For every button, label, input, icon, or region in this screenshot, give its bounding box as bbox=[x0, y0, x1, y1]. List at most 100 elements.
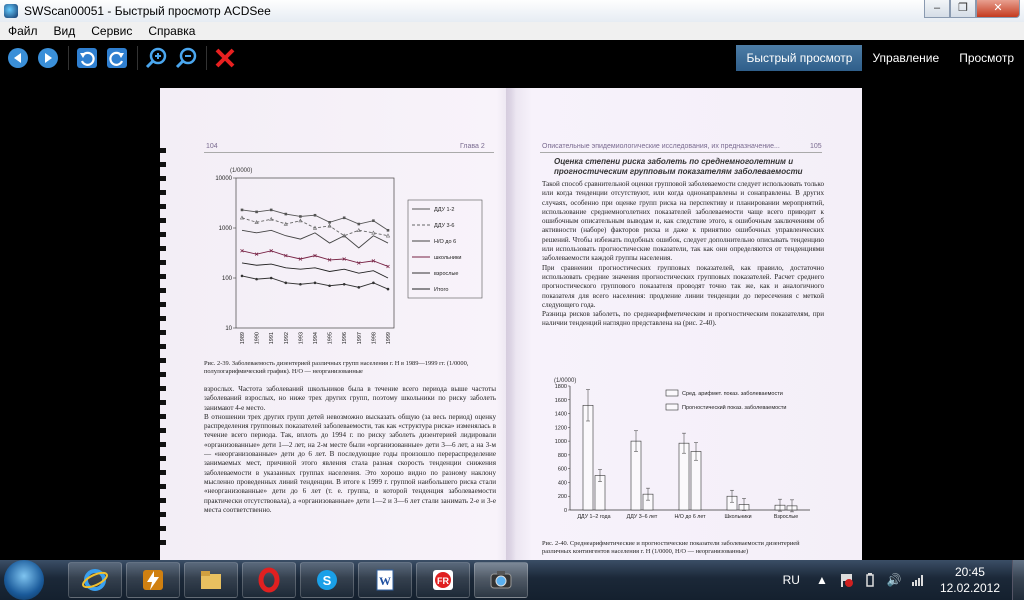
chart1-point bbox=[386, 287, 390, 291]
chart1-point bbox=[299, 215, 302, 218]
chart1-point bbox=[269, 208, 273, 212]
chart1-x-tick-label: 1993 bbox=[298, 332, 304, 344]
volume-icon[interactable]: 🔊 bbox=[886, 572, 902, 588]
chart2-y-tick-label: 1600 bbox=[555, 398, 567, 404]
svg-text:FR: FR bbox=[437, 576, 449, 586]
chart1-legend-label: взрослые bbox=[434, 271, 458, 277]
chart1-x-tick-label: 1997 bbox=[357, 332, 363, 344]
chart2-y-tick-label: 200 bbox=[558, 494, 567, 500]
system-tray: RU ▲ 🔊 20:45 12.02.2012 bbox=[783, 560, 1024, 600]
chart1-y-tick-label: 10 bbox=[225, 326, 232, 332]
chart1-axes bbox=[233, 177, 395, 329]
chart1-point bbox=[255, 210, 258, 214]
skype-icon: S bbox=[317, 570, 337, 590]
chart1-series bbox=[239, 208, 391, 291]
title-bar: SWScan00051 - Быстрый просмотр ACDSee – … bbox=[0, 0, 1024, 22]
chart1-legend: ДДУ 1-2 ДДУ 3-6 Н/О до 6 школьники взрослые И… bbox=[407, 199, 483, 299]
close-button[interactable]: ✕ bbox=[976, 0, 1020, 18]
chart1-series-line bbox=[241, 250, 389, 267]
winamp-lightning-icon bbox=[143, 570, 163, 590]
chart1-series-line bbox=[241, 209, 389, 231]
maximize-button[interactable]: ❐ bbox=[950, 0, 976, 18]
toolbar-separator bbox=[137, 46, 138, 70]
delete-button[interactable] bbox=[213, 46, 237, 70]
chart1-y-tick-label: 1000 bbox=[219, 226, 233, 232]
chart1-x-tick-label: 1991 bbox=[269, 332, 275, 344]
tab-manage[interactable]: Управление bbox=[862, 45, 949, 71]
chart1-point bbox=[357, 286, 361, 289]
chart1-point bbox=[313, 281, 317, 285]
taskbar-word[interactable]: W bbox=[358, 562, 412, 598]
menu-bar: Файл Вид Сервис Справка bbox=[0, 22, 1024, 40]
chart2-y-tick-label: 0 bbox=[564, 508, 567, 514]
zoom-in-button[interactable] bbox=[144, 46, 168, 70]
chart1-point bbox=[372, 219, 375, 222]
chart2-x-tick-label: Н/О до 6 лет bbox=[674, 514, 706, 520]
tab-view[interactable]: Просмотр bbox=[949, 45, 1024, 71]
right-header-rule bbox=[540, 152, 822, 153]
arrow-right-icon bbox=[38, 48, 58, 68]
chart2-legend-label: Прогностический показ. заболеваемости bbox=[682, 404, 787, 411]
rotate-right-button[interactable] bbox=[105, 46, 129, 70]
language-indicator[interactable]: RU bbox=[783, 573, 800, 587]
chart2-x-tick-label: ДДУ 3–6 лет bbox=[627, 514, 658, 520]
chart2-y-tick-label: 400 bbox=[558, 480, 567, 486]
taskbar-winamp[interactable] bbox=[126, 562, 180, 598]
chart1-point bbox=[328, 221, 331, 224]
chart2-y-tick-label: 1000 bbox=[555, 439, 567, 445]
rotate-left-button[interactable] bbox=[75, 46, 99, 70]
network-icon[interactable] bbox=[910, 572, 926, 588]
left-header-rule bbox=[204, 152, 494, 153]
chart1-y-tick-label: 10000 bbox=[215, 176, 232, 182]
chart1-point bbox=[385, 233, 391, 238]
chart1-legend-label: ДДУ 1-2 bbox=[434, 207, 454, 213]
taskbar-opera[interactable] bbox=[242, 562, 296, 598]
chart1-tick-labels: 10000 1000 100 10 1989 1990 1991 1992 1993 1994 19… bbox=[215, 176, 392, 344]
show-desktop-button[interactable] bbox=[1012, 560, 1024, 600]
chart1-point bbox=[299, 282, 302, 286]
taskbar-explorer[interactable] bbox=[184, 562, 238, 598]
forward-button[interactable] bbox=[36, 46, 60, 70]
taskbar-acdsee[interactable] bbox=[474, 562, 528, 598]
chart1-point bbox=[284, 281, 288, 285]
power-icon[interactable] bbox=[862, 572, 878, 588]
chart1-x-tick-label: 1989 bbox=[240, 332, 246, 344]
menu-view[interactable]: Вид bbox=[46, 24, 84, 38]
chart1-point bbox=[269, 276, 273, 280]
right-page-number: 105 bbox=[810, 143, 822, 150]
menu-help[interactable]: Справка bbox=[140, 24, 203, 38]
chart1-point bbox=[386, 228, 390, 232]
chart1-point bbox=[240, 208, 244, 212]
show-hidden-icons-arrow-icon[interactable]: ▲ bbox=[814, 572, 830, 588]
chart-dysentery-incidence-1989-1999: (1/0000) 100001000100101989 1990 1991 1992 1… bbox=[215, 168, 483, 344]
zoom-out-button[interactable] bbox=[174, 46, 198, 70]
tab-quick-view[interactable]: Быстрый просмотр bbox=[736, 45, 863, 71]
toolbar-separator bbox=[206, 46, 207, 70]
start-button[interactable] bbox=[4, 560, 44, 600]
taskbar-skype[interactable]: S bbox=[300, 562, 354, 598]
clock[interactable]: 20:45 12.02.2012 bbox=[940, 564, 1000, 596]
chart2-legend-label: Сред. арифмет. показ. заболеваемости bbox=[682, 391, 783, 397]
taskbar-finereader[interactable]: FR bbox=[416, 562, 470, 598]
chart2-y-tick-label: 1400 bbox=[555, 412, 567, 418]
chart1-point bbox=[342, 216, 346, 220]
acdsee-app-icon bbox=[4, 4, 18, 18]
chart1-point bbox=[372, 281, 375, 285]
back-button[interactable] bbox=[6, 46, 30, 70]
chart1-point bbox=[313, 213, 317, 217]
chart1-x-tick-label: 1998 bbox=[371, 332, 377, 344]
menu-tools[interactable]: Сервис bbox=[83, 24, 140, 38]
image-viewer[interactable]: 104 Глава 2 Описательные эпидемиологичес… bbox=[0, 76, 1024, 560]
word-document-icon: W bbox=[376, 569, 394, 591]
chart2-x-tick-label: ДДУ 1–2 года bbox=[577, 514, 610, 520]
section-title: Оценка степени риска заболеть по среднем… bbox=[554, 157, 803, 176]
taskbar-internet-explorer[interactable] bbox=[68, 562, 122, 598]
chart2-legend: Сред. арифмет. показ. заболеваемости Прог… bbox=[665, 389, 787, 411]
right-page-text: Такой способ сравнительной оценки группо… bbox=[542, 180, 824, 328]
network-flag-icon[interactable] bbox=[838, 572, 854, 588]
chart1-legend-label: Итого bbox=[434, 287, 448, 293]
menu-file[interactable]: Файл bbox=[0, 24, 46, 38]
opera-icon bbox=[258, 567, 280, 593]
minimize-button[interactable]: – bbox=[924, 0, 950, 18]
chart2-y-tick-label: 600 bbox=[558, 467, 567, 473]
